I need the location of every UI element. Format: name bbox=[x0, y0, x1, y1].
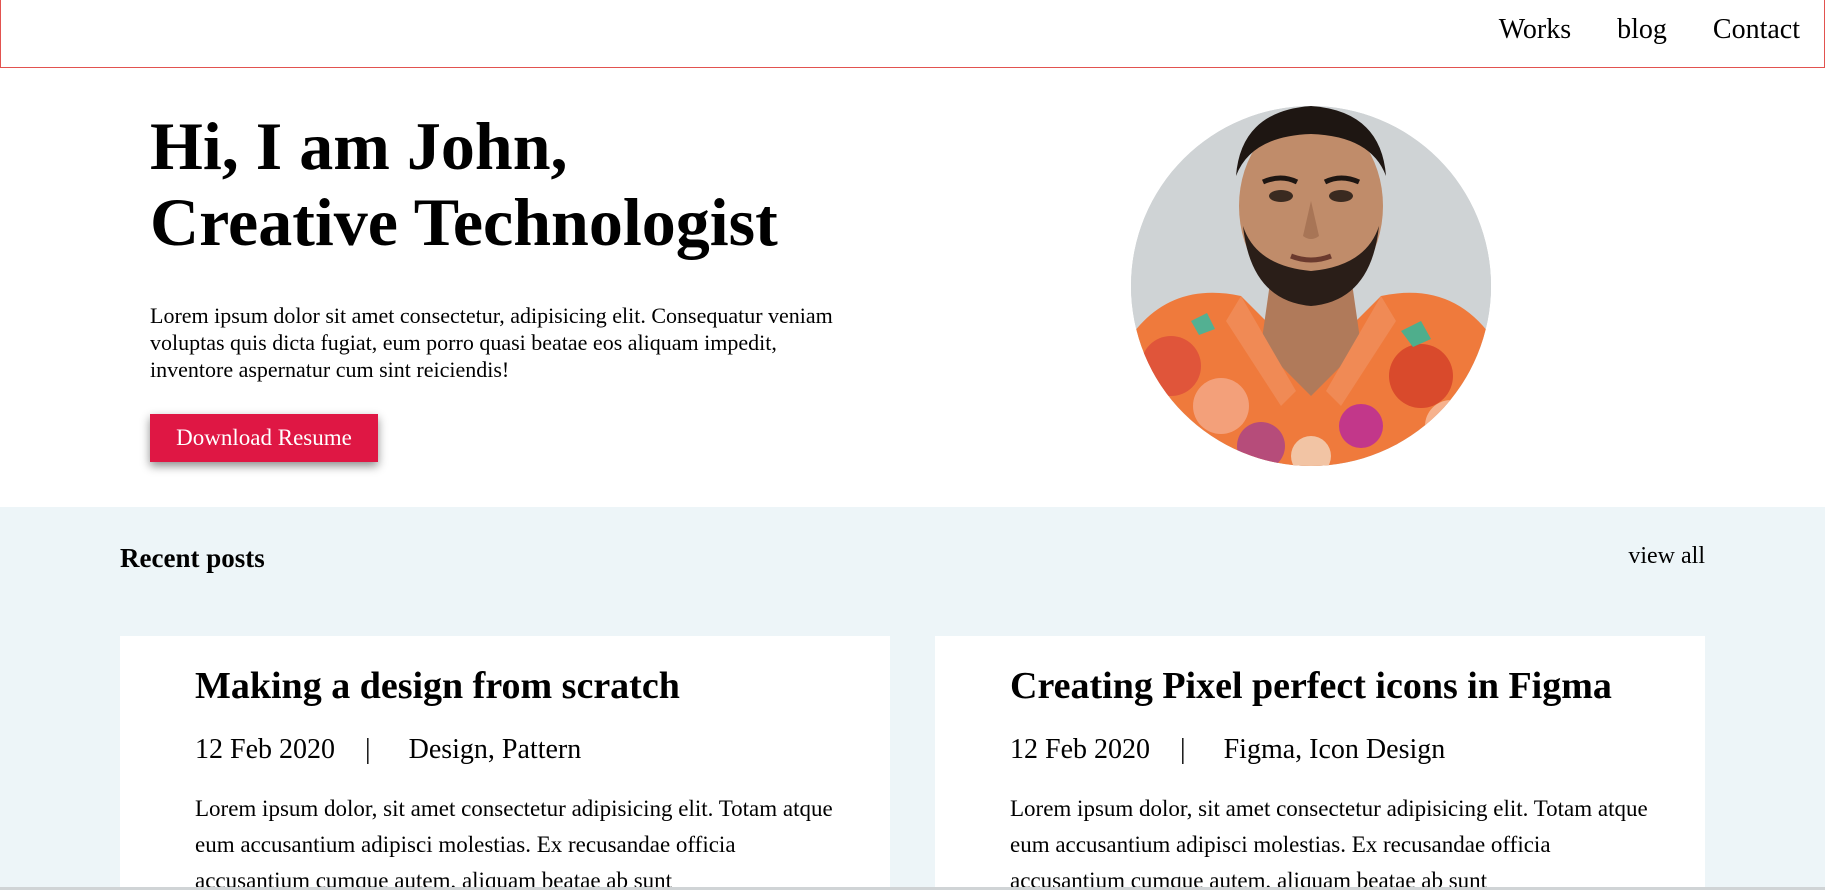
recent-posts-heading: Recent posts bbox=[120, 543, 265, 573]
hero-title-line-2: Creative Technologist bbox=[150, 184, 778, 260]
hero-description: Lorem ipsum dolor sit amet consectetur, … bbox=[150, 303, 833, 382]
post-card[interactable]: Making a design from scratch 12 Feb 2020… bbox=[120, 636, 890, 890]
post-meta: 12 Feb 2020 | Design, Pattern bbox=[195, 734, 581, 766]
post-date: 12 Feb 2020 bbox=[195, 734, 335, 765]
hero-title-line-1: Hi, I am John, bbox=[150, 108, 568, 184]
post-title[interactable]: Making a design from scratch bbox=[195, 664, 680, 708]
nav-link-blog[interactable]: blog bbox=[1617, 14, 1667, 46]
meta-separator: | bbox=[1180, 734, 1186, 765]
post-excerpt: Lorem ipsum dolor, sit amet consectetur … bbox=[195, 796, 833, 890]
post-tags: Design, Pattern bbox=[408, 734, 582, 765]
meta-separator: | bbox=[365, 734, 371, 765]
post-meta: 12 Feb 2020 | Figma, Icon Design bbox=[1010, 734, 1445, 766]
post-date: 12 Feb 2020 bbox=[1010, 734, 1150, 765]
recent-posts-section: Recent posts view all Making a design fr… bbox=[0, 507, 1825, 890]
profile-photo bbox=[1131, 106, 1491, 466]
main-nav: Works blog Contact bbox=[1499, 14, 1800, 46]
hero-title: Hi, I am John, Creative Technologist bbox=[150, 108, 778, 260]
nav-link-contact[interactable]: Contact bbox=[1713, 14, 1800, 46]
site-header: Works blog Contact bbox=[0, 0, 1825, 68]
post-excerpt: Lorem ipsum dolor, sit amet consectetur … bbox=[1010, 796, 1648, 890]
post-title[interactable]: Creating Pixel perfect icons in Figma bbox=[1010, 664, 1612, 708]
post-card[interactable]: Creating Pixel perfect icons in Figma 12… bbox=[935, 636, 1705, 890]
post-tags: Figma, Icon Design bbox=[1223, 734, 1446, 765]
view-all-link[interactable]: view all bbox=[1628, 543, 1705, 570]
download-resume-button[interactable]: Download Resume bbox=[150, 414, 378, 462]
nav-link-works[interactable]: Works bbox=[1499, 14, 1571, 46]
page: Works blog Contact Hi, I am John, Creati… bbox=[0, 0, 1825, 890]
